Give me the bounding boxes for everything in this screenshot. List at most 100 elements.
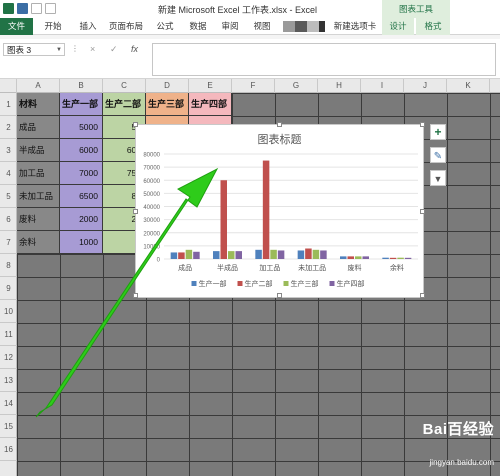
bar[interactable] (193, 251, 200, 259)
resize-handle[interactable] (277, 122, 282, 127)
bar[interactable] (382, 257, 389, 259)
row-header[interactable]: 8 (0, 254, 17, 277)
resize-handle[interactable] (133, 209, 138, 214)
bar[interactable] (228, 251, 235, 259)
bar[interactable] (362, 256, 370, 259)
row-header[interactable]: 4 (0, 162, 17, 185)
column-header[interactable]: H (318, 79, 361, 93)
row-header[interactable]: 5 (0, 185, 17, 208)
bar[interactable] (255, 249, 262, 259)
resize-handle[interactable] (420, 293, 425, 298)
bar[interactable] (340, 256, 347, 259)
tab-insert[interactable]: 插入 (75, 18, 101, 35)
bar[interactable] (347, 256, 355, 259)
legend-label[interactable]: 生产四部 (337, 279, 365, 288)
column-header[interactable]: J (404, 79, 447, 93)
bar[interactable] (404, 257, 412, 259)
bar[interactable] (185, 249, 193, 259)
table-cell[interactable]: 废料 (17, 208, 60, 231)
table-cell[interactable]: 成品 (17, 116, 60, 139)
bar[interactable] (312, 249, 320, 259)
row-header[interactable]: 13 (0, 369, 17, 392)
bar[interactable] (270, 249, 277, 259)
legend-label[interactable]: 生产三部 (291, 279, 319, 288)
tab-design[interactable]: 设计 (382, 18, 414, 35)
resize-handle[interactable] (133, 122, 138, 127)
undo-icon[interactable] (31, 3, 42, 14)
row-header[interactable]: 11 (0, 323, 17, 346)
chart-styles-button[interactable]: ✎ (430, 147, 446, 163)
row-header[interactable]: 12 (0, 346, 17, 369)
table-cell[interactable]: 2000 (60, 208, 103, 231)
legend-label[interactable]: 生产一部 (199, 279, 227, 288)
redo-icon[interactable] (45, 3, 56, 14)
column-header[interactable]: D (146, 79, 189, 93)
table-cell[interactable]: 5000 (60, 116, 103, 139)
bar[interactable] (170, 252, 178, 259)
bar[interactable] (355, 256, 362, 259)
table-header-cell[interactable]: 生产三部 (146, 93, 189, 116)
tab-file[interactable]: 文件 (0, 18, 33, 35)
column-header[interactable]: F (232, 79, 275, 93)
bar[interactable] (262, 160, 270, 259)
table-cell[interactable]: 半成品 (17, 139, 60, 162)
table-cell[interactable]: 加工品 (17, 162, 60, 185)
row-header[interactable]: 6 (0, 208, 17, 231)
column-header[interactable]: B (60, 79, 103, 93)
column-header[interactable]: E (189, 79, 232, 93)
row-header[interactable]: 15 (0, 415, 17, 438)
enter-icon[interactable]: ✓ (110, 44, 118, 55)
column-header[interactable]: G (275, 79, 318, 93)
bar[interactable] (178, 252, 185, 259)
table-cell[interactable]: 余料 (17, 231, 60, 254)
legend-label[interactable]: 生产二部 (245, 279, 273, 288)
table-header-cell[interactable]: 生产二部 (103, 93, 146, 116)
tab-review[interactable]: 审阅 (217, 18, 243, 35)
name-box[interactable]: 图表 3 ▼ (3, 43, 65, 56)
tab-home[interactable]: 开始 (40, 18, 66, 35)
bar[interactable] (277, 250, 285, 259)
bar[interactable] (305, 248, 312, 260)
table-cell[interactable]: 1000 (60, 231, 103, 254)
row-header[interactable]: 16 (0, 438, 17, 461)
bar[interactable] (397, 257, 404, 259)
table-cell[interactable]: 6500 (60, 185, 103, 208)
save-icon[interactable] (17, 3, 28, 14)
bar[interactable] (213, 251, 220, 259)
table-header-cell[interactable]: 生产一部 (60, 93, 103, 116)
tab-format[interactable]: 格式 (416, 18, 450, 35)
row-header[interactable]: 9 (0, 277, 17, 300)
tab-data[interactable]: 数据 (185, 18, 211, 35)
row-header[interactable]: 1 (0, 93, 17, 116)
bar[interactable] (220, 180, 228, 259)
bar[interactable] (320, 250, 327, 259)
chart-elements-button[interactable]: + (430, 124, 446, 140)
select-all-corner[interactable] (0, 79, 17, 93)
bar[interactable] (297, 250, 305, 259)
row-header[interactable]: 10 (0, 300, 17, 323)
row-header[interactable]: 3 (0, 139, 17, 162)
chevron-down-icon[interactable]: ▼ (56, 44, 62, 56)
tab-formulas[interactable]: 公式 (152, 18, 178, 35)
row-header[interactable]: 14 (0, 392, 17, 415)
resize-handle[interactable] (420, 122, 425, 127)
formula-input[interactable] (152, 43, 496, 76)
resize-handle[interactable] (420, 209, 425, 214)
column-header[interactable]: I (361, 79, 404, 93)
table-cell[interactable]: 6000 (60, 139, 103, 162)
resize-handle[interactable] (133, 293, 138, 298)
column-header[interactable]: A (17, 79, 60, 93)
column-header[interactable]: K (447, 79, 490, 93)
row-header[interactable]: 7 (0, 231, 17, 254)
chart[interactable]: 图表标题 0 10000 20000 30000 40000 50000 60000 7000… (133, 122, 425, 298)
bar[interactable] (235, 251, 243, 259)
tab-view[interactable]: 视图 (249, 18, 275, 35)
table-header-cell[interactable]: 材料 (17, 93, 60, 116)
table-cell[interactable]: 7000 (60, 162, 103, 185)
table-header-cell[interactable]: 生产四部 (189, 93, 232, 116)
chart-filters-button[interactable]: ▼ (430, 170, 446, 186)
row-header[interactable]: 2 (0, 116, 17, 139)
bar[interactable] (389, 257, 397, 259)
tab-page-layout[interactable]: 页面布局 (106, 18, 146, 35)
tab-new-tab[interactable]: 新建选项卡 (330, 18, 380, 35)
